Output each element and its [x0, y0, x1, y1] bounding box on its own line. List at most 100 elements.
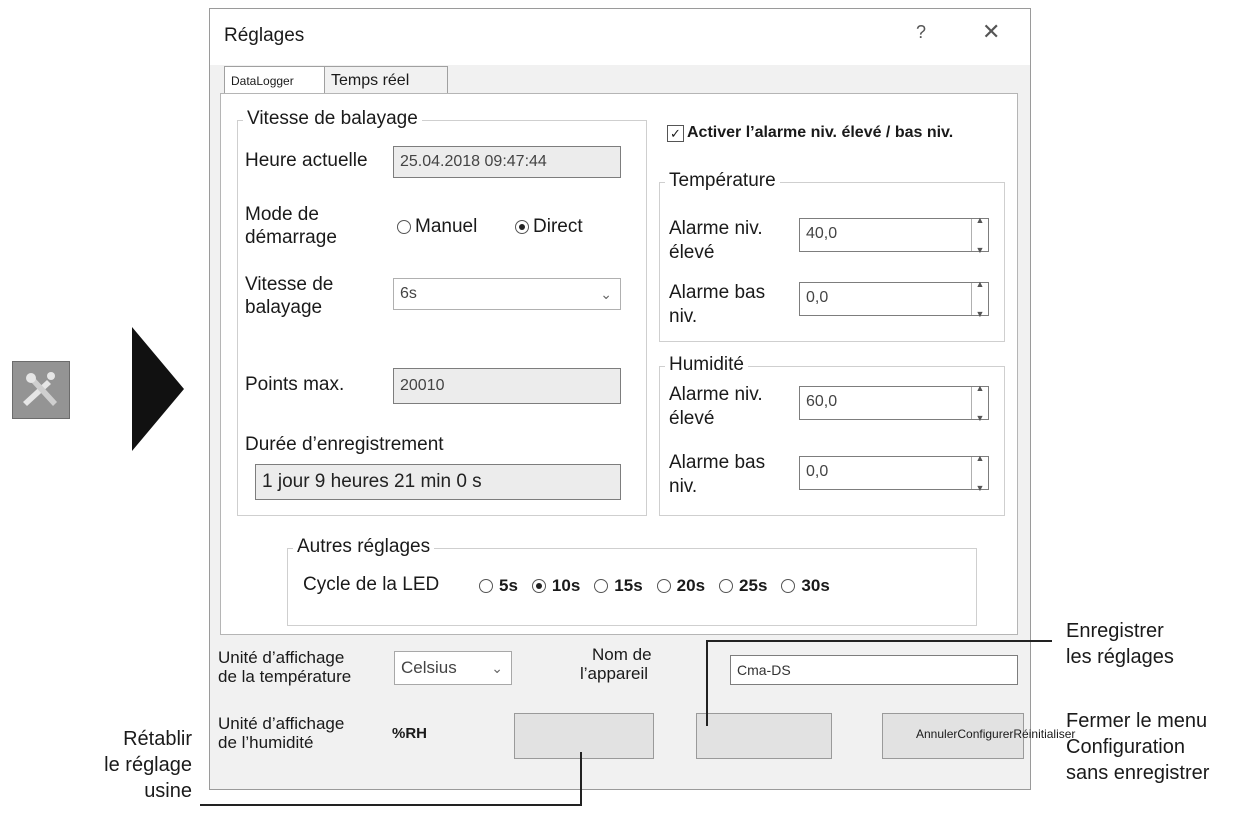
device-name-label-2: l’appareil: [580, 664, 649, 683]
led-option-30s[interactable]: 30s: [781, 576, 830, 596]
led-option-5s[interactable]: 5s: [479, 576, 518, 596]
save-callout-line-h: [706, 640, 1052, 642]
max-points-field: 20010: [393, 368, 621, 404]
save-button[interactable]: [696, 713, 832, 759]
temp-unit-select[interactable]: Celsius ⌄: [394, 651, 512, 685]
temp-low-input[interactable]: 0,0 ▲ ▼: [799, 279, 989, 319]
temp-unit-label-2: de la température: [218, 667, 352, 686]
temperature-group-label: Température: [665, 170, 780, 192]
close-callout: Fermer le menu Configuration sans enregi…: [1066, 708, 1209, 786]
rate-label-1: Vitesse de: [245, 274, 334, 295]
radio-manual-label: Manuel: [415, 216, 478, 237]
rate-select[interactable]: 6s ⌄: [393, 278, 621, 310]
temp-low-label-2: niv.: [669, 306, 698, 327]
device-name-label-1: Nom de: [592, 645, 652, 664]
temp-high-label-1: Alarme niv.: [669, 218, 763, 239]
close-callout-line3: sans enregistrer: [1066, 762, 1210, 784]
duration-label: Durée d’enregistrement: [245, 434, 444, 455]
save-callout-line-v: [706, 640, 708, 726]
spinner-icon[interactable]: ▲ ▼: [971, 215, 988, 255]
led-option-10s[interactable]: 10s: [531, 576, 581, 596]
title-bar: Réglages ? ✕: [210, 9, 1030, 65]
hum-low-label-1: Alarme bas: [669, 452, 766, 473]
radio-manual[interactable]: Manuel: [397, 216, 477, 238]
tools-icon[interactable]: [12, 361, 70, 419]
close-callout-line2: Configuration: [1066, 736, 1185, 758]
play-arrow-icon: [132, 327, 184, 456]
other-settings-label: Autres réglages: [293, 536, 435, 558]
tab-datalogger[interactable]: DataLogger: [224, 66, 326, 95]
humidity-group-label: Humidité: [665, 354, 748, 376]
temp-high-value: 40,0: [806, 225, 838, 242]
hum-low-input[interactable]: 0,0 ▲ ▼: [799, 453, 989, 493]
hum-high-label-2: élevé: [669, 408, 715, 429]
led-option-label: 15s: [614, 576, 643, 595]
device-name-input[interactable]: Cma-DS: [730, 655, 1018, 685]
spinner-icon[interactable]: ▲ ▼: [971, 383, 988, 423]
save-callout: Enregistrer les réglages: [1066, 618, 1174, 670]
hum-high-value: 60,0: [806, 393, 838, 410]
led-option-label: 10s: [551, 576, 581, 595]
hum-unit-label-1: Unité d’affichage: [218, 714, 345, 733]
datalogger-panel: Vitesse de balayage Heure actuelle 25.04…: [220, 93, 1018, 635]
temp-low-value: 0,0: [806, 289, 829, 306]
settings-dialog: Réglages ? ✕ DataLogger Temps réel Vites…: [209, 8, 1075, 790]
hum-unit-label-2: de l’humidité: [218, 733, 314, 752]
tab-datalogger-label: DataLogger: [231, 74, 294, 88]
reset-callout-line1: Rétablir: [123, 728, 192, 750]
rate-select-value: 6s: [400, 285, 417, 302]
tab-temps-reel[interactable]: Temps réel: [324, 66, 448, 94]
reset-callout-line-h: [200, 804, 582, 806]
led-option-label: 5s: [499, 576, 518, 595]
max-points-label: Points max.: [245, 374, 345, 395]
temp-low-label-1: Alarme bas: [669, 282, 766, 303]
rate-label-2: balayage: [245, 297, 323, 318]
start-mode-label-1: Mode de: [245, 204, 319, 225]
radio-direct-dot[interactable]: [515, 220, 529, 234]
tab-temps-reel-label: Temps réel: [331, 72, 410, 89]
led-option-20s[interactable]: 20s: [656, 576, 706, 596]
chevron-down-icon: ⌄: [491, 660, 503, 676]
close-icon[interactable]: ✕: [982, 19, 1000, 45]
checkbox-check-icon[interactable]: ✓: [667, 124, 684, 142]
led-radio-20s[interactable]: [656, 579, 671, 593]
led-radio-25s[interactable]: [719, 579, 734, 593]
save-callout-line1: Enregistrer: [1066, 620, 1164, 642]
radio-direct[interactable]: Direct: [515, 216, 583, 238]
spinner-icon[interactable]: ▲ ▼: [971, 453, 988, 493]
led-radio-30s[interactable]: [781, 579, 796, 593]
led-option-25s[interactable]: 25s: [719, 576, 767, 596]
spinner-icon[interactable]: ▲ ▼: [971, 279, 988, 319]
temp-unit-value: Celsius: [401, 658, 457, 677]
reset-callout: Rétablir le réglage usine: [60, 726, 192, 804]
led-radio-10s[interactable]: [531, 579, 546, 593]
alarm-checkbox[interactable]: ✓ Activer l’alarme niv. élevé / bas niv.: [667, 124, 953, 142]
temp-unit-label-1: Unité d’affichage: [218, 648, 345, 667]
current-time-label: Heure actuelle: [245, 150, 368, 171]
hum-low-label-2: niv.: [669, 476, 698, 497]
hum-high-label-1: Alarme niv.: [669, 384, 763, 405]
help-button[interactable]: ?: [916, 22, 926, 43]
radio-manual-dot[interactable]: [397, 220, 411, 234]
led-option-15s[interactable]: 15s: [594, 576, 643, 596]
reset-button[interactable]: [514, 713, 654, 759]
reset-callout-line3: usine: [144, 780, 192, 802]
temp-high-label-2: élevé: [669, 242, 715, 263]
led-radio-5s[interactable]: [479, 579, 493, 593]
window-title: Réglages: [224, 25, 305, 46]
save-callout-line2: les réglages: [1066, 646, 1174, 668]
sampling-group-label: Vitesse de balayage: [243, 108, 422, 130]
hum-high-input[interactable]: 60,0 ▲ ▼: [799, 383, 989, 423]
hum-unit-value: %RH: [392, 725, 428, 742]
reset-callout-line2: le réglage: [104, 754, 192, 776]
led-cycle-label: Cycle de la LED: [303, 574, 440, 595]
duration-field: 1 jour 9 heures 21 min 0 s: [255, 464, 621, 500]
led-option-label: 20s: [676, 576, 706, 595]
radio-direct-label: Direct: [533, 216, 583, 237]
led-radio-15s[interactable]: [594, 579, 609, 593]
hum-low-value: 0,0: [806, 463, 829, 480]
start-mode-label-2: démarrage: [245, 227, 337, 248]
led-cycle-options: 5s 10s 15s 20s 25s 30s: [479, 576, 830, 596]
led-option-label: 25s: [739, 576, 768, 595]
temp-high-input[interactable]: 40,0 ▲ ▼: [799, 215, 989, 255]
